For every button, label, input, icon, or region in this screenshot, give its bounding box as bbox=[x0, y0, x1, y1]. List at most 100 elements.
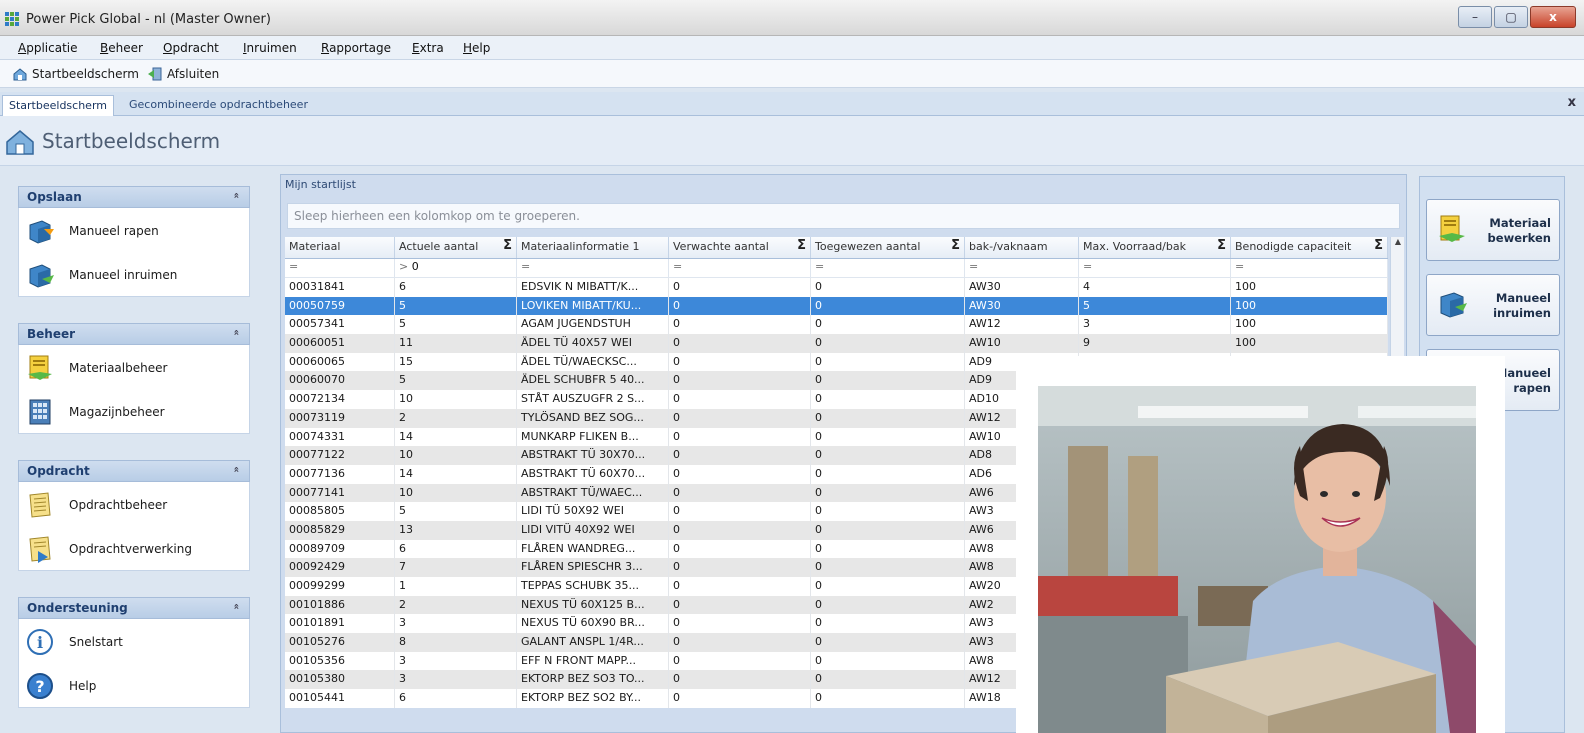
cell-materiaal: 00101891 bbox=[285, 614, 395, 634]
column-header-actuele-aantal[interactable]: Actuele aantal Σ bbox=[395, 237, 517, 258]
group-opdracht-header[interactable]: Opdracht « bbox=[18, 460, 250, 482]
worker-illustration bbox=[1038, 386, 1476, 733]
materiaal-bewerken-button[interactable]: Materiaal bewerken bbox=[1426, 199, 1560, 261]
store-box-icon bbox=[1440, 292, 1467, 318]
collapse-chevron-icon[interactable]: « bbox=[230, 466, 241, 472]
page-title: Startbeeldscherm bbox=[42, 129, 221, 153]
filter-cell[interactable]: = bbox=[811, 259, 965, 277]
cell-actuele-aantal: 7 bbox=[395, 558, 517, 577]
column-header-bak-vaknaam[interactable]: bak-/vaknaam bbox=[965, 237, 1079, 258]
column-header-toegewezen-aantal[interactable]: Toegewezen aantal Σ bbox=[811, 237, 965, 258]
cell-verwachte-aantal: 0 bbox=[669, 334, 811, 353]
tab-gecombineerde-opdrachtbeheer[interactable]: Gecombineerde opdrachtbeheer bbox=[123, 95, 314, 116]
panel-title: Mijn startlijst bbox=[285, 178, 356, 191]
scroll-up-icon[interactable]: ▲ bbox=[1391, 237, 1405, 251]
menu-extra[interactable]: Extra bbox=[412, 41, 444, 55]
button-label: Materiaal bewerken bbox=[1487, 216, 1551, 245]
cell-actuele-aantal: 3 bbox=[395, 670, 517, 690]
filter-cell[interactable]: = bbox=[517, 259, 669, 277]
cell-verwachte-aantal: 0 bbox=[669, 558, 811, 577]
menu-opdracht[interactable]: Opdracht bbox=[163, 41, 219, 55]
group-ondersteuning-title: Ondersteuning bbox=[27, 601, 128, 615]
cell-materiaalinformatie: ABSTRAKT TÜ 60X70... bbox=[517, 464, 669, 484]
cell-actuele-aantal: 2 bbox=[395, 408, 517, 428]
cell-verwachte-aantal: 0 bbox=[669, 427, 811, 447]
menu-beheer[interactable]: Beheer bbox=[100, 41, 143, 55]
toolbar-home-button[interactable]: Startbeeldscherm bbox=[12, 66, 139, 82]
sidebar-item-opdrachtbeheer[interactable]: Opdrachtbeheer bbox=[19, 482, 249, 526]
sum-icon[interactable]: Σ bbox=[1217, 238, 1226, 253]
sum-icon[interactable]: Σ bbox=[797, 238, 806, 253]
filter-cell[interactable]: = bbox=[1079, 259, 1231, 277]
group-opslaan-header[interactable]: Opslaan « bbox=[18, 186, 250, 208]
table-row[interactable]: 00057341 5 AGAM JUGENDSTUH 0 0 AW12 3 100 bbox=[285, 315, 1388, 335]
sidebar-item-materiaalbeheer[interactable]: Materiaalbeheer bbox=[19, 345, 249, 389]
sidebar-item-help[interactable]: ? Help bbox=[19, 663, 249, 707]
table-row[interactable]: 00031841 6 EDSVIK N MIBATT/K... 0 0 AW30 4 100 bbox=[285, 278, 1388, 297]
collapse-chevron-icon[interactable]: « bbox=[230, 329, 241, 335]
toolbar-home-label: Startbeeldscherm bbox=[32, 67, 139, 81]
collapse-chevron-icon[interactable]: « bbox=[230, 603, 241, 609]
app-grid-icon bbox=[5, 12, 19, 26]
filter-cell[interactable]: = bbox=[1231, 259, 1388, 277]
column-header-label: Toegewezen aantal bbox=[815, 240, 921, 253]
table-row[interactable]: 00060051 11 ÄDEL TÜ 40X57 WEI 0 0 AW10 9 100 bbox=[285, 334, 1388, 353]
menu-applicatie[interactable]: Applicatie bbox=[18, 41, 78, 55]
cell-actuele-aantal: 6 bbox=[395, 278, 517, 297]
sum-icon[interactable]: Σ bbox=[1374, 238, 1383, 253]
group-by-drop-area[interactable]: Sleep hierheen een kolomkop om te groepe… bbox=[287, 203, 1400, 229]
group-opslaan-title: Opslaan bbox=[27, 190, 82, 204]
group-ondersteuning-header[interactable]: Ondersteuning « bbox=[18, 597, 250, 619]
window-titlebar: Power Pick Global - nl (Master Owner) – … bbox=[0, 0, 1584, 36]
toolbar-exit-button[interactable]: Afsluiten bbox=[147, 66, 219, 82]
column-header-materiaalinformatie[interactable]: Materiaalinformatie 1 bbox=[517, 237, 669, 258]
maximize-button[interactable]: ▢ bbox=[1494, 6, 1528, 28]
pick-box-icon bbox=[29, 220, 54, 244]
menu-rapportage[interactable]: Rapportage bbox=[321, 41, 391, 55]
filter-cell[interactable]: = bbox=[285, 259, 395, 277]
cell-verwachte-aantal: 0 bbox=[669, 689, 811, 708]
cell-materiaalinformatie: TEPPAS SCHUBK 35... bbox=[517, 577, 669, 596]
sidebar-item-manueel-inruimen[interactable]: Manueel inruimen bbox=[19, 252, 249, 296]
menu-help[interactable]: Help bbox=[463, 41, 490, 55]
column-header-verwachte-aantal[interactable]: Verwachte aantal Σ bbox=[669, 237, 811, 258]
cell-verwachte-aantal: 0 bbox=[669, 633, 811, 652]
column-header-label: Materiaal bbox=[289, 240, 341, 253]
minimize-button[interactable]: – bbox=[1458, 6, 1492, 28]
manueel-inruimen-button[interactable]: Manueel inruimen bbox=[1426, 274, 1560, 336]
menu-inruimen[interactable]: Inruimen bbox=[243, 41, 297, 55]
column-header-benodigde-capaciteit[interactable]: Benodigde capaciteit Σ bbox=[1231, 237, 1388, 258]
cell-toegewezen-aantal: 0 bbox=[811, 539, 965, 559]
cell-actuele-aantal: 11 bbox=[395, 334, 517, 353]
collapse-chevron-icon[interactable]: « bbox=[230, 192, 241, 198]
order-process-icon bbox=[29, 536, 51, 563]
sum-icon[interactable]: Σ bbox=[503, 238, 512, 253]
filter-cell[interactable]: > 0 bbox=[395, 259, 517, 277]
home-large-icon bbox=[6, 130, 34, 155]
cell-materiaalinformatie: NEXUS TÜ 60X90 BR... bbox=[517, 614, 669, 634]
cell-materiaalinformatie: MUNKARP FLIKEN B... bbox=[517, 427, 669, 447]
sum-icon[interactable]: Σ bbox=[951, 238, 960, 253]
cell-materiaalinformatie: FLÅREN SPIESCHR 3... bbox=[517, 558, 669, 577]
close-window-button[interactable]: x bbox=[1530, 6, 1576, 28]
sidebar-item-snelstart[interactable]: i Snelstart bbox=[19, 619, 249, 663]
table-row-selected[interactable]: 00050759 5 LOVIKEN MIBATT/KU... 0 0 AW30 5 100 bbox=[285, 296, 1388, 316]
cell-materiaal: 00105356 bbox=[285, 651, 395, 671]
cell-verwachte-aantal: 0 bbox=[669, 483, 811, 503]
cell-toegewezen-aantal: 0 bbox=[811, 334, 965, 353]
column-header-max-voorraad[interactable]: Max. Voorraad/bak Σ bbox=[1079, 237, 1231, 258]
cell-materiaalinformatie: EKTORP BEZ SO2 BY... bbox=[517, 689, 669, 708]
filter-cell[interactable]: = bbox=[965, 259, 1079, 277]
sidebar-item-manueel-rapen[interactable]: Manueel rapen bbox=[19, 208, 249, 252]
close-tab-icon[interactable]: x bbox=[1568, 95, 1576, 110]
cell-verwachte-aantal: 0 bbox=[669, 577, 811, 596]
sidebar-item-magazijnbeheer[interactable]: Magazijnbeheer bbox=[19, 389, 249, 433]
column-header-materiaal[interactable]: Materiaal bbox=[285, 237, 395, 258]
tab-startbeeldscherm[interactable]: Startbeeldscherm bbox=[2, 95, 114, 116]
filter-cell[interactable]: = bbox=[669, 259, 811, 277]
cell-verwachte-aantal: 0 bbox=[669, 371, 811, 391]
cell-toegewezen-aantal: 0 bbox=[811, 296, 965, 316]
sidebar-item-opdrachtverwerking[interactable]: Opdrachtverwerking bbox=[19, 526, 249, 570]
group-beheer-header[interactable]: Beheer « bbox=[18, 323, 250, 345]
cell-actuele-aantal: 10 bbox=[395, 446, 517, 465]
